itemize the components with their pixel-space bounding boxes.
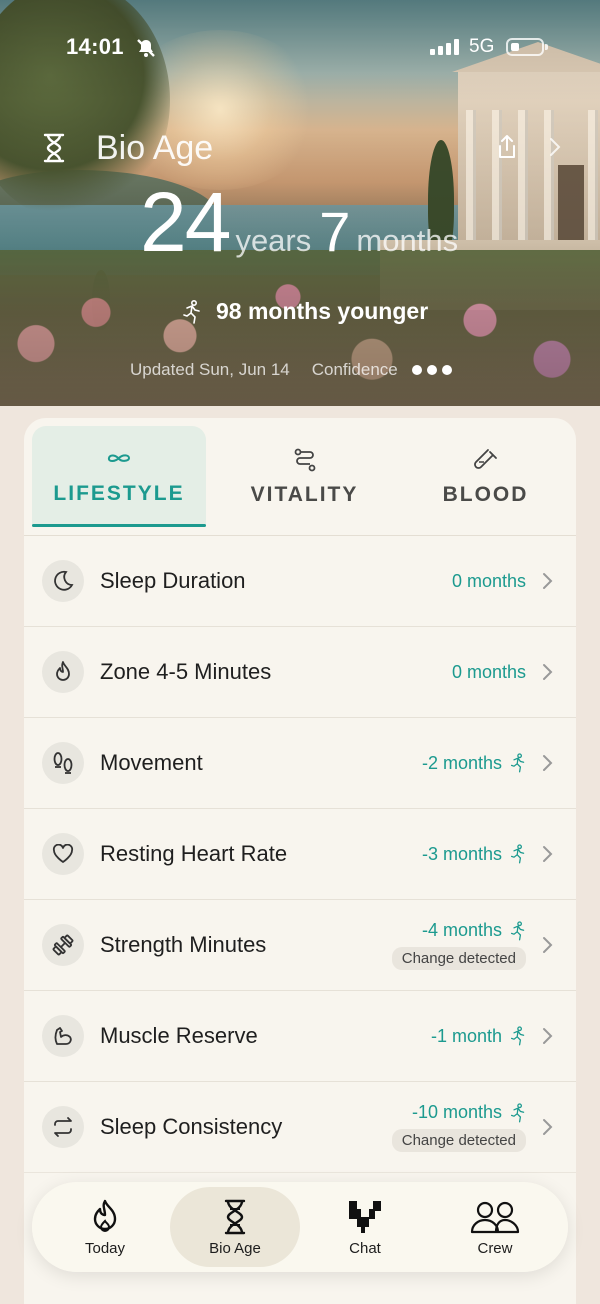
footprints-icon xyxy=(53,752,73,774)
flame-icon xyxy=(56,661,70,681)
test-tube-icon xyxy=(473,448,497,469)
chevron-right-icon xyxy=(543,755,553,771)
change-detected-badge: Change detected xyxy=(391,1129,526,1152)
confidence-dots xyxy=(412,365,453,375)
factor-value: 0 months xyxy=(451,570,526,591)
factor-value: -4 months xyxy=(422,920,526,941)
nav-crew[interactable]: Crew xyxy=(430,1187,560,1267)
running-figure-icon xyxy=(510,844,525,864)
hourglass-icon xyxy=(43,133,65,163)
nav-bio-age[interactable]: Bio Age xyxy=(170,1187,300,1267)
repeat-icon xyxy=(54,1117,72,1137)
signal-icon xyxy=(430,39,459,55)
nav-today[interactable]: Today xyxy=(40,1187,170,1267)
updated-text: Updated Sun, Jun 14 xyxy=(130,360,290,379)
running-figure-icon xyxy=(510,1102,525,1122)
status-time: 14:01 xyxy=(66,34,124,59)
factor-value: -10 months xyxy=(412,1102,526,1123)
factor-label: Resting Heart Rate xyxy=(100,841,288,866)
factor-row-sleep-consistency[interactable]: Sleep Consistency -10 months Change dete… xyxy=(24,1082,576,1173)
factor-row-muscle-reserve[interactable]: Muscle Reserve -1 month xyxy=(24,991,576,1082)
tab-label: VITALITY xyxy=(250,482,359,506)
bottom-nav: Today Bio Age Chat Crew xyxy=(32,1182,568,1272)
infinity-icon xyxy=(107,453,131,462)
nav-chat[interactable]: Chat xyxy=(300,1187,430,1267)
dumbbell-icon xyxy=(52,934,74,956)
confidence-indicator[interactable]: Confidence xyxy=(312,360,453,380)
people-icon xyxy=(470,1201,520,1233)
younger-indicator: 98 months younger xyxy=(182,298,428,325)
share-button[interactable] xyxy=(494,134,520,160)
age-years-unit: years xyxy=(235,223,312,258)
chevron-right-icon xyxy=(550,138,561,156)
bio-age-header: Bio Age xyxy=(40,128,213,168)
factor-label: Zone 4-5 Minutes xyxy=(100,659,272,684)
factor-row-resting-heart-rate[interactable]: Resting Heart Rate -3 months xyxy=(24,809,576,900)
update-meta: Updated Sun, Jun 14 Confidence xyxy=(130,360,453,380)
hero-banner: 14:01 5G Bio Age 24 years 7 months 98 mo… xyxy=(0,0,600,406)
factor-label: Strength Minutes xyxy=(100,932,267,957)
share-icon xyxy=(499,135,515,158)
bio-age-value: 24 years 7 months xyxy=(140,180,466,264)
running-figure-icon xyxy=(183,299,200,324)
factor-row-strength-minutes[interactable]: Strength Minutes -4 months Change detect… xyxy=(24,900,576,991)
change-detected-badge: Change detected xyxy=(391,947,526,970)
flame-icon xyxy=(93,1199,117,1232)
factor-label: Sleep Duration xyxy=(100,568,246,593)
nav-label: Bio Age xyxy=(209,1239,261,1257)
factor-label: Movement xyxy=(100,750,203,775)
network-type: 5G xyxy=(469,36,495,57)
age-months-value: 7 xyxy=(319,200,351,263)
chevron-right-icon xyxy=(543,1119,553,1135)
factor-value: 0 months xyxy=(451,661,526,682)
page-title: Bio Age xyxy=(96,128,214,167)
chevron-right-icon xyxy=(543,846,553,862)
moon-icon xyxy=(54,570,74,591)
tab-blood[interactable]: BLOOD xyxy=(395,418,576,535)
nav-label: Crew xyxy=(477,1239,513,1257)
next-button[interactable] xyxy=(542,134,568,160)
factor-row-movement[interactable]: Movement -2 months xyxy=(24,718,576,809)
chat-logo-icon xyxy=(349,1200,381,1233)
nav-label: Chat xyxy=(349,1239,381,1257)
chevron-right-icon xyxy=(543,664,553,680)
factor-row-sleep-duration[interactable]: Sleep Duration 0 months xyxy=(24,536,576,627)
running-figure-icon xyxy=(510,920,525,940)
dna-icon xyxy=(224,1199,246,1234)
battery-icon xyxy=(506,38,548,56)
factor-row-zone-minutes[interactable]: Zone 4-5 Minutes 0 months xyxy=(24,627,576,718)
category-tabs: LIFESTYLE VITALITY BLOOD xyxy=(24,418,576,536)
tab-vitality[interactable]: VITALITY xyxy=(214,418,395,535)
factor-value: -3 months xyxy=(422,844,526,865)
running-figure-icon xyxy=(510,1026,525,1046)
age-years-value: 24 xyxy=(140,175,231,269)
nav-label: Today xyxy=(84,1239,126,1257)
factor-value: -2 months xyxy=(422,753,526,774)
younger-text: 98 months younger xyxy=(216,298,429,324)
factor-value: -1 month xyxy=(431,1026,526,1047)
bell-muted-icon xyxy=(136,38,156,63)
status-bar: 14:01 5G xyxy=(0,34,600,64)
running-figure-icon xyxy=(510,753,525,773)
route-icon xyxy=(294,448,315,471)
chevron-right-icon xyxy=(543,1028,553,1044)
hero-actions xyxy=(494,134,568,160)
tab-lifestyle[interactable]: LIFESTYLE xyxy=(32,426,206,527)
factor-label: Sleep Consistency xyxy=(100,1114,283,1139)
age-months-unit: months xyxy=(356,223,459,258)
heart-icon xyxy=(52,844,74,863)
biceps-icon xyxy=(54,1027,72,1045)
factor-label: Muscle Reserve xyxy=(100,1023,258,1048)
confidence-label: Confidence xyxy=(311,360,398,379)
tab-label: BLOOD xyxy=(442,482,529,506)
tab-label: LIFESTYLE xyxy=(53,481,185,505)
chevron-right-icon xyxy=(543,573,553,589)
chevron-right-icon xyxy=(543,937,553,953)
